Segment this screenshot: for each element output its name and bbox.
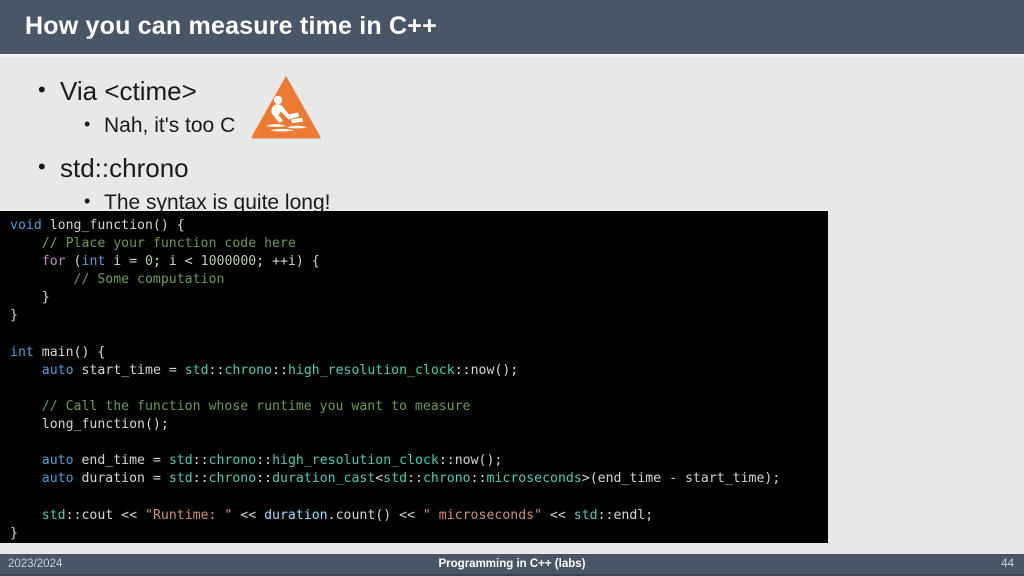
footer-course-name: Programming in C++ (labs) — [438, 558, 586, 570]
slide-title-bar: How you can measure time in C++ — [0, 0, 1024, 54]
title-underline — [0, 54, 1024, 57]
bullet-spacer — [24, 143, 584, 151]
warning-slip-hazard-icon — [250, 74, 322, 140]
page-title: How you can measure time in C++ — [25, 12, 437, 40]
slide-footer: 2023/2024 Programming in C++ (labs) 44 — [0, 554, 1024, 576]
footer-slide-number: 44 — [1001, 558, 1014, 570]
code-content: void long_function() { // Place your fun… — [10, 218, 781, 541]
slide-root: How you can measure time in C++ Via <cti… — [0, 0, 1024, 576]
code-block: void long_function() { // Place your fun… — [0, 211, 828, 543]
bullet-item-level1: std::chrono — [24, 150, 584, 185]
